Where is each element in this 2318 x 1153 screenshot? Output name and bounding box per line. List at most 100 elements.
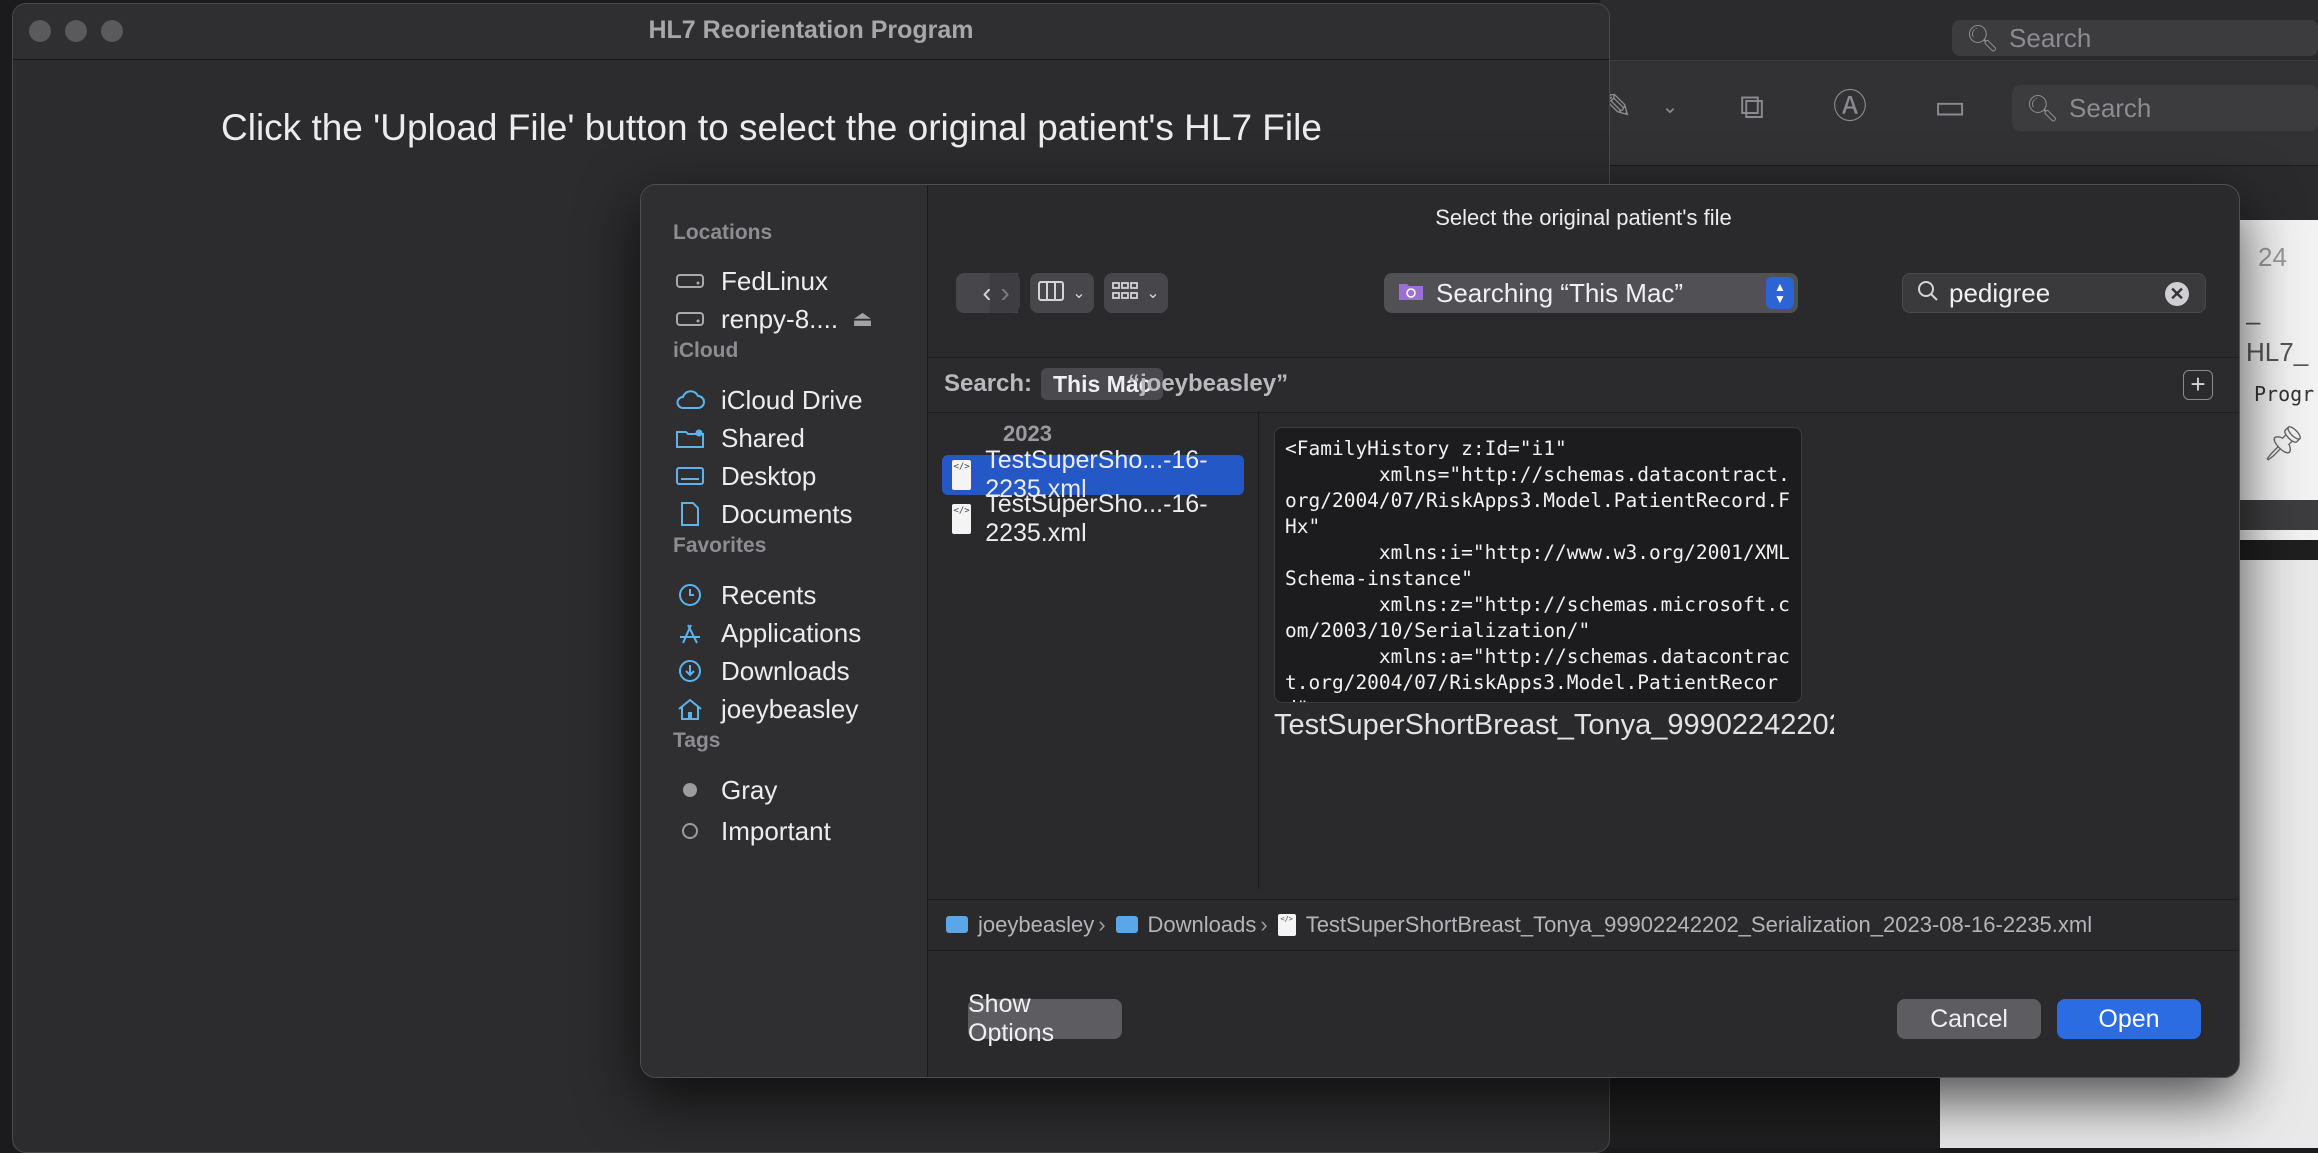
- location-popup-label: Searching “This Mac”: [1436, 277, 1684, 308]
- open-button[interactable]: Open: [2057, 999, 2201, 1039]
- sidebar-heading-favorites: Favorites: [673, 534, 767, 557]
- sidebar-item-label: Applications: [721, 617, 862, 648]
- path-segment-label: Downloads: [1147, 911, 1257, 937]
- clear-search-icon[interactable]: ✕: [2165, 282, 2189, 306]
- path-segment-downloads[interactable]: Downloads: [1115, 911, 1257, 938]
- clock-icon: [673, 578, 707, 612]
- markup-icon[interactable]: Ⓐ: [1832, 89, 1868, 125]
- path-segment-home[interactable]: joeybeasley: [946, 912, 1094, 938]
- sidebar-heading-locations: Locations: [673, 221, 773, 244]
- downloads-folder-icon: [1115, 916, 1138, 933]
- xml-file-icon: </>: [952, 504, 972, 534]
- sidebar-item-tag-partial[interactable]: Important: [673, 809, 923, 853]
- sidebar-item-label: Shared: [721, 422, 805, 453]
- search-scope-bar: Search: This Mac “joeybeasley” +: [928, 357, 2239, 413]
- pin-icon[interactable]: 📌︎: [2262, 426, 2305, 462]
- document-icon: [673, 497, 707, 531]
- search-scope-label: Search:: [944, 370, 1033, 397]
- background-toolbar: ✎ ⌄ ⧉ Ⓐ ▭ 🔍︎ Search: [1600, 60, 2318, 166]
- group-by-button[interactable]: ⌄: [1104, 273, 1168, 313]
- search-icon: 🔍︎: [2026, 92, 2060, 123]
- chevron-right-icon: ›: [1000, 277, 1010, 308]
- preview-xml-text: <FamilyHistory z:Id="i1" xmlns="http://s…: [1285, 437, 1790, 702]
- path-bar: joeybeasley › Downloads › </> TestSuperS…: [928, 899, 2239, 949]
- file-list: 2023 </> TestSuperSho...-16-2235.xml </>…: [928, 411, 1259, 889]
- path-segment-label: joeybeasley: [978, 911, 1095, 937]
- dialog-content: Select the original patient's file ‹ › ⌄…: [928, 185, 2239, 1077]
- file-preview-pane: <FamilyHistory z:Id="i1" xmlns="http://s…: [1258, 411, 2239, 889]
- forward-button[interactable]: ›: [990, 273, 1020, 313]
- preview-filename: TestSuperShortBreast_Tonya_99902242202_S…: [1274, 709, 1834, 741]
- background-fragment-progr: Progr: [2254, 382, 2315, 406]
- cancel-button[interactable]: Cancel: [1897, 999, 2041, 1039]
- upload-instruction-text: Click the 'Upload File' button to select…: [221, 107, 1322, 148]
- desktop-icon: [673, 459, 707, 493]
- drive-icon: [673, 264, 707, 298]
- file-preview-content[interactable]: <FamilyHistory z:Id="i1" xmlns="http://s…: [1274, 427, 1802, 703]
- sidebar-item-label: renpy-8....: [721, 303, 839, 334]
- sidebar-item-label: joeybeasley: [721, 693, 859, 724]
- eject-icon[interactable]: ⏏: [852, 306, 873, 332]
- sidebar-item-home[interactable]: joeybeasley: [673, 687, 923, 731]
- applications-icon: [673, 616, 707, 650]
- dialog-title: Select the original patient's file: [1435, 205, 1732, 230]
- sidebar-item-label: Recents: [721, 579, 817, 610]
- background-divider: [2240, 500, 2318, 530]
- sidebar-item-label: Downloads: [721, 655, 850, 686]
- sidebar-item-tag-gray[interactable]: Gray: [673, 768, 923, 812]
- view-columns-button[interactable]: ⌄: [1030, 273, 1094, 313]
- path-segment-label: TestSuperShortBreast_Tonya_99902242202_S…: [1305, 911, 2093, 937]
- sidebar-item-label: Gray: [721, 774, 778, 805]
- sidebar-item-label: Important: [721, 815, 831, 846]
- chevron-down-icon: ⌄: [1146, 285, 1160, 302]
- search-icon: 🔍︎: [1966, 22, 2000, 53]
- columns-icon: [1038, 280, 1065, 306]
- sidebar-item-label: Documents: [721, 498, 853, 529]
- rotate-icon[interactable]: ⧉: [1734, 89, 1770, 125]
- path-separator-icon: ›: [1260, 911, 1268, 937]
- main-window-titlebar: HL7 Reorientation Program: [13, 4, 1609, 60]
- chevron-down-icon: ⌄: [1072, 285, 1086, 302]
- sidebar-item-label: iCloud Drive: [721, 384, 863, 415]
- grid-icon: [1112, 281, 1139, 306]
- sidebar-heading-icloud: iCloud: [673, 339, 739, 362]
- tag-dot-icon: [673, 773, 707, 807]
- search-folder-icon: [1398, 278, 1424, 309]
- show-options-button[interactable]: Show Options: [968, 990, 1122, 1047]
- xml-file-icon: </>: [952, 460, 972, 490]
- background-search-field[interactable]: 🔍︎ Search: [2012, 85, 2318, 131]
- search-input-value: pedigree: [1949, 277, 2051, 308]
- sidebar-item-documents[interactable]: Documents: [673, 492, 923, 536]
- background-fragment-hl7: – HL7_: [2246, 306, 2309, 367]
- path-separator-icon: ›: [1098, 911, 1106, 937]
- background-toolbar-top: 🔍︎ Search: [1600, 0, 2318, 60]
- dialog-sidebar: Locations FedLinux renpy-8.... ⏏ iCloud …: [641, 185, 928, 1077]
- background-search-field-top[interactable]: 🔍︎ Search: [1952, 20, 2318, 56]
- search-input[interactable]: pedigree ✕: [1902, 273, 2206, 313]
- background-document-page: 24 – HL7_ Progr 📌︎: [2240, 220, 2318, 540]
- chevron-down-icon[interactable]: ⌄: [1652, 89, 1688, 125]
- dialog-footer: Show Options Cancel Open: [928, 950, 2239, 1077]
- location-popup[interactable]: Searching “This Mac” ▲ ▼: [1384, 273, 1798, 313]
- home-folder-icon: [946, 916, 968, 933]
- background-fragment-24: 24: [2258, 242, 2287, 272]
- open-file-dialog: Locations FedLinux renpy-8.... ⏏ iCloud …: [640, 184, 2240, 1078]
- downloads-icon: [673, 654, 707, 688]
- add-search-criteria-button[interactable]: +: [2183, 370, 2213, 400]
- file-row[interactable]: </> TestSuperSho...-16-2235.xml: [942, 446, 1244, 503]
- drive-icon: [673, 302, 707, 336]
- sidebar-item-renpy[interactable]: renpy-8.... ⏏: [673, 297, 923, 341]
- scope-user-button[interactable]: “joeybeasley”: [1128, 370, 1288, 398]
- form-fill-icon[interactable]: ▭: [1932, 89, 1968, 125]
- window-title: HL7 Reorientation Program: [648, 16, 974, 44]
- sidebar-item-label: Desktop: [721, 460, 817, 491]
- file-name: TestSuperSho...-16-2235.xml: [985, 490, 1208, 547]
- file-row[interactable]: </> TestSuperSho...-16-2235.xml: [942, 490, 1244, 547]
- path-segment-file[interactable]: </> TestSuperShortBreast_Tonya_999022422…: [1277, 911, 2093, 938]
- tag-dot-icon: [673, 814, 707, 848]
- home-icon: [673, 692, 707, 726]
- file-group-header: 2023: [1003, 421, 1052, 446]
- shared-folder-icon: [673, 421, 707, 455]
- sidebar-item-label: FedLinux: [721, 265, 828, 296]
- background-search-placeholder: Search: [2069, 92, 2152, 123]
